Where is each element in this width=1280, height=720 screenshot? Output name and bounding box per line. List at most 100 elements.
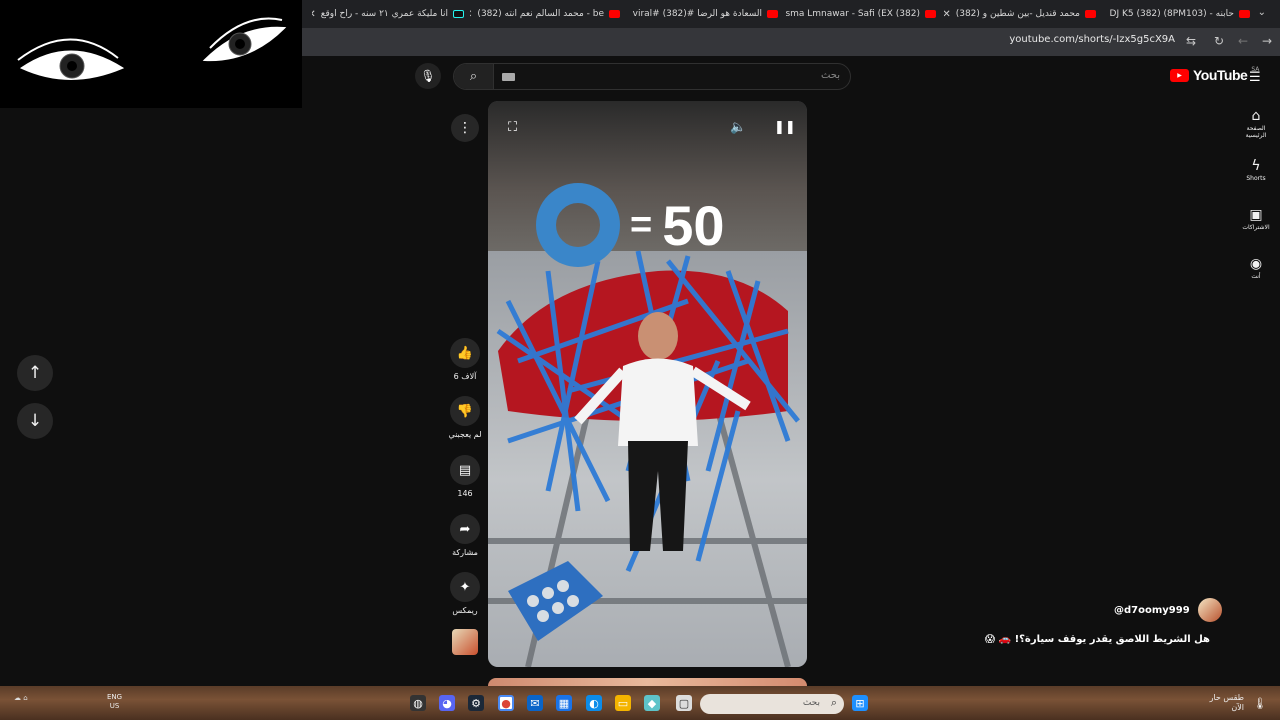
- account-icon: ◉: [1249, 256, 1263, 272]
- discord-icon[interactable]: ◕: [439, 695, 455, 711]
- address-bar-row: youtube.com/shorts/-Izx5g5cX9A ⇆ ↻ ← →: [302, 28, 1280, 56]
- fullscreen-icon[interactable]: ⛶: [508, 120, 517, 135]
- file-explorer-icon[interactable]: ▭: [615, 695, 631, 711]
- taskbar-search[interactable]: بحث ⌕: [700, 694, 844, 714]
- video-tape-counter-overlay: = 50: [536, 183, 725, 267]
- region-code: US: [109, 702, 120, 710]
- keyboard-icon[interactable]: [502, 73, 515, 81]
- channel-info[interactable]: @d7oomy999: [1114, 598, 1222, 622]
- weather-sub: الآن: [1231, 703, 1244, 712]
- overlay-equals: =: [630, 203, 653, 246]
- thumbs-down-icon: 👎: [450, 396, 480, 426]
- browser-tab[interactable]: السعادة هو الرضا #viral# (382) ✕: [628, 5, 778, 23]
- volume-icon[interactable]: 🔈: [730, 120, 746, 135]
- taskbar-widgets[interactable]: ☁ ⌂: [14, 694, 28, 703]
- close-tab-icon[interactable]: ✕: [944, 9, 951, 20]
- language-indicator[interactable]: ENG US: [107, 693, 122, 711]
- shorts-video-player[interactable]: ⛶ 🔈 ❚❚ = 50: [488, 101, 807, 667]
- outlook-icon[interactable]: ✉: [527, 695, 543, 711]
- search-placeholder: بحث: [820, 70, 840, 81]
- close-tab-icon[interactable]: ✕: [312, 9, 316, 20]
- lang-code: ENG: [107, 693, 123, 701]
- share-arrow-icon: ➦: [450, 514, 480, 544]
- share-button[interactable]: ➦ مشاركة: [447, 514, 483, 557]
- search-icon: ⌕: [469, 69, 478, 84]
- tab-favicon-youtube: [1239, 10, 1250, 18]
- browser-tab[interactable]: Asma Lmnawar - Safi (EX (382) ✕: [786, 5, 936, 23]
- sound-thumbnail: [452, 629, 478, 655]
- browser-tab[interactable]: انا مليكة عمري ٢١ سنه - راح اوقع ✕: [312, 5, 464, 23]
- browser-tab[interactable]: be - محمد السالم نعم انته (382) ✕: [470, 5, 620, 23]
- taskview-icon[interactable]: ▢: [676, 695, 692, 711]
- rail-item-label: Shorts: [1246, 175, 1266, 182]
- windows-taskbar: [0, 686, 1280, 720]
- menu-icon[interactable]: ☰: [1249, 70, 1261, 85]
- tab-title: be - محمد السالم نعم انته (382): [477, 9, 604, 19]
- windows-start-icon[interactable]: ⊞: [852, 695, 868, 711]
- remix-label: ريمكس: [452, 606, 478, 615]
- previous-short-button[interactable]: ↑: [17, 355, 53, 391]
- tab-title: السعادة هو الرضا #viral# (382): [632, 9, 762, 19]
- close-tab-icon[interactable]: ✕: [470, 9, 472, 20]
- dislike-button[interactable]: 👎 لم يعجبني: [447, 396, 483, 439]
- tab-title: حابنه - (8PM103) DJ K5 (382): [1109, 9, 1234, 19]
- tab-title: Asma Lmnawar - Safi (EX (382): [786, 9, 920, 19]
- calculator-icon[interactable]: ▦: [556, 695, 572, 711]
- arrow-down-icon: ↓: [27, 411, 43, 431]
- pause-icon[interactable]: ❚❚: [774, 120, 796, 135]
- share-label: مشاركة: [452, 548, 478, 557]
- tab-favicon-youtube: [609, 10, 620, 18]
- close-tab-icon[interactable]: ✕: [1104, 9, 1105, 20]
- reload-icon[interactable]: ↻: [1214, 34, 1224, 48]
- weather-widget[interactable]: طقس حار الآن: [1210, 693, 1244, 713]
- voice-search-button[interactable]: 🎙: [415, 63, 441, 89]
- chrome-icon[interactable]: ●: [498, 695, 514, 711]
- rail-item-home[interactable]: ⌂ الصفحة الرئيسية: [1236, 108, 1276, 139]
- eyes-drawing: [17, 17, 287, 80]
- like-count: 6 آلاف: [453, 372, 477, 381]
- browser-tab[interactable]: محمد قنديل -بين شطين و (382) ✕: [944, 5, 1096, 23]
- overlay-count: 50: [662, 193, 725, 257]
- channel-handle[interactable]: @d7oomy999: [1114, 605, 1190, 616]
- forward-icon[interactable]: ←: [1238, 34, 1248, 48]
- edge-icon[interactable]: ◐: [586, 695, 602, 711]
- comments-button[interactable]: ▤ 146: [447, 455, 483, 498]
- youtube-play-icon: ▶: [1170, 68, 1189, 82]
- microphone-icon: 🎙: [420, 69, 436, 83]
- more-options-button[interactable]: ⋮: [451, 114, 479, 142]
- rail-item-shorts[interactable]: ϟ Shorts: [1236, 158, 1276, 182]
- browser-tab[interactable]: حابنه - (8PM103) DJ K5 (382) ✕: [1104, 5, 1250, 23]
- sound-source-button[interactable]: [447, 629, 483, 655]
- dislike-label: لم يعجبني: [448, 430, 482, 439]
- like-button[interactable]: 👍 6 آلاف: [447, 338, 483, 381]
- youtube-logo[interactable]: ▶ YouTube SA: [1170, 66, 1259, 83]
- rail-item-label: الصفحة الرئيسية: [1245, 125, 1267, 139]
- logo-wordmark: YouTube: [1193, 67, 1248, 83]
- steam-icon[interactable]: ⚙: [468, 695, 484, 711]
- search-button[interactable]: ⌕: [454, 64, 494, 89]
- url-field[interactable]: youtube.com/shorts/-Izx5g5cX9A: [1009, 34, 1175, 45]
- tab-list-chevron-icon[interactable]: ⌄: [1258, 7, 1266, 18]
- back-icon[interactable]: →: [1262, 34, 1272, 48]
- home-icon: ⌂: [1251, 108, 1261, 124]
- remix-icon: ✦: [450, 572, 480, 602]
- rail-item-you[interactable]: ◉ أنت: [1236, 256, 1276, 280]
- vertical-dots-icon: ⋮: [458, 120, 472, 136]
- site-settings-icon[interactable]: ⇆: [1186, 34, 1196, 48]
- shorts-icon: ϟ: [1251, 158, 1261, 174]
- rail-item-subscriptions[interactable]: ▣ الاشتراكات: [1236, 207, 1276, 231]
- eyes-overlay-image: [0, 0, 302, 108]
- taskbar-app-icon[interactable]: ◍: [410, 695, 426, 711]
- subscriptions-icon: ▣: [1249, 207, 1263, 223]
- search-icon: ⌕: [830, 696, 837, 709]
- search-box[interactable]: ⌕ بحث: [453, 63, 851, 90]
- remix-button[interactable]: ✦ ريمكس: [447, 572, 483, 615]
- rail-item-label: أنت: [1251, 273, 1261, 280]
- channel-avatar[interactable]: [1197, 598, 1222, 622]
- store-icon[interactable]: ◆: [644, 695, 660, 711]
- taskbar-search-placeholder: بحث: [802, 698, 820, 708]
- next-short-button[interactable]: ↓: [17, 403, 53, 439]
- tab-favicon-youtube: [767, 10, 778, 18]
- tab-title: انا مليكة عمري ٢١ سنه - راح اوقع: [320, 9, 448, 19]
- thermometer-icon: 🌡: [1253, 696, 1267, 710]
